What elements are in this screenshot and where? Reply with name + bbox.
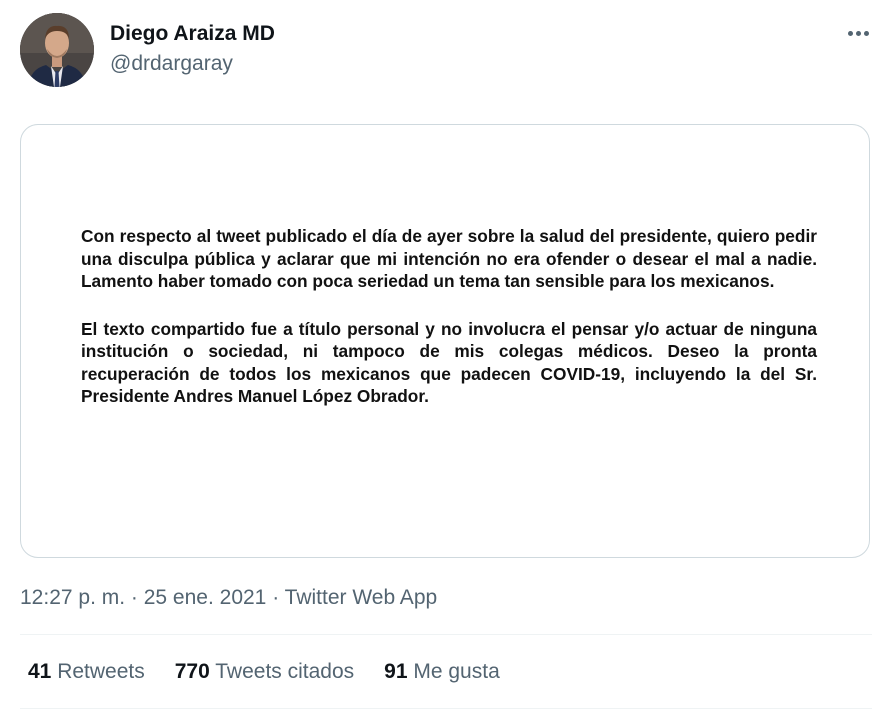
tweet-date[interactable]: 25 ene. 2021 <box>144 586 267 609</box>
image-paragraph-2: El texto compartido fue a título persona… <box>81 318 817 407</box>
tweet-image[interactable]: Con respecto al tweet publicado el día d… <box>20 124 870 558</box>
dot <box>847 30 853 36</box>
likes-count: 91 <box>384 660 408 683</box>
dot <box>855 30 861 36</box>
retweets-count: 41 <box>28 660 52 683</box>
likes-stat[interactable]: 91 Me gusta <box>384 660 500 684</box>
tweet-source[interactable]: Twitter Web App <box>285 586 438 609</box>
more-options-icon[interactable] <box>838 19 878 47</box>
avatar[interactable] <box>20 13 94 87</box>
dot <box>863 30 869 36</box>
quotes-stat[interactable]: 770 Tweets citados <box>175 660 354 684</box>
separator: · <box>266 586 285 609</box>
image-document-text: Con respecto al tweet publicado el día d… <box>81 225 817 433</box>
retweets-stat[interactable]: 41 Retweets <box>28 660 145 684</box>
divider <box>20 634 872 635</box>
author-name[interactable]: Diego Araiza MD <box>110 22 275 46</box>
avatar-image <box>20 13 94 87</box>
image-paragraph-1: Con respecto al tweet publicado el día d… <box>81 226 817 291</box>
author-handle[interactable]: @drdargaray <box>110 52 233 76</box>
tweet-metadata: 12:27 p. m. · 25 ene. 2021 · Twitter Web… <box>20 586 437 610</box>
likes-label: Me gusta <box>413 660 500 683</box>
divider <box>20 708 872 709</box>
tweet-stats: 41 Retweets 770 Tweets citados 91 Me gus… <box>28 660 530 684</box>
tweet-time[interactable]: 12:27 p. m. <box>20 586 125 609</box>
separator: · <box>125 586 144 609</box>
retweets-label: Retweets <box>57 660 145 683</box>
quotes-label: Tweets citados <box>215 660 355 683</box>
quotes-count: 770 <box>174 660 210 683</box>
